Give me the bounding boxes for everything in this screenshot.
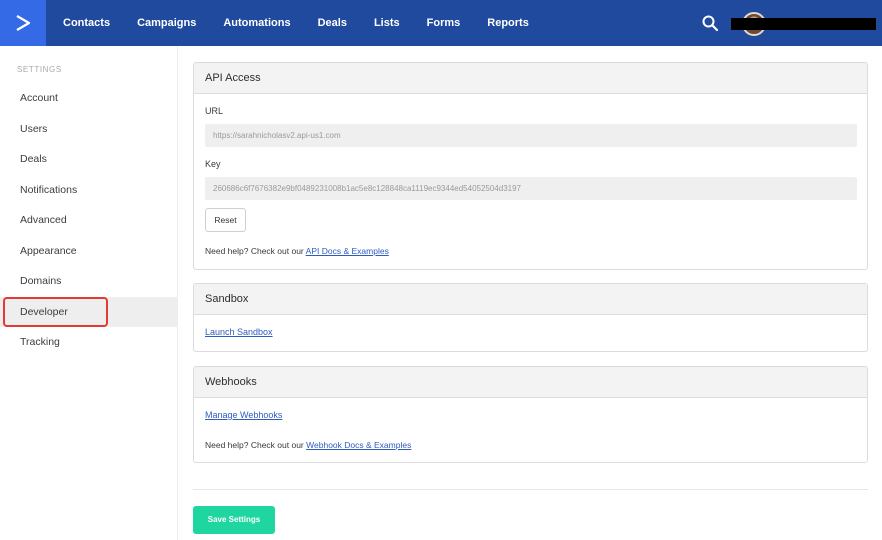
sidebar-item-developer[interactable]: Developer	[0, 297, 178, 327]
sidebar-heading: SETTINGS	[17, 65, 62, 74]
api-access-panel: API Access URL https://sarahnicholasv2.a…	[193, 62, 868, 270]
api-docs-link[interactable]: API Docs & Examples	[306, 246, 389, 256]
search-icon[interactable]	[701, 14, 719, 32]
nav-campaigns[interactable]: Campaigns	[137, 17, 196, 29]
footer-divider	[193, 489, 868, 490]
api-access-title: API Access	[194, 63, 867, 94]
nav-reports[interactable]: Reports	[487, 17, 529, 29]
sidebar-item-account[interactable]: Account	[0, 83, 178, 113]
nav-contacts[interactable]: Contacts	[63, 17, 110, 29]
sidebar-item-users[interactable]: Users	[0, 114, 178, 144]
main-nav: Contacts Campaigns Automations Deals Lis…	[50, 0, 543, 46]
reset-key-button[interactable]: Reset	[205, 208, 246, 232]
url-label: URL	[205, 106, 224, 116]
sidebar-item-deals[interactable]: Deals	[0, 144, 178, 174]
sandbox-panel: Sandbox Launch Sandbox	[193, 283, 868, 352]
key-label: Key	[205, 159, 221, 169]
settings-main: API Access URL https://sarahnicholasv2.a…	[178, 46, 882, 540]
nav-forms[interactable]: Forms	[427, 17, 461, 29]
nav-deals[interactable]: Deals	[318, 17, 347, 29]
nav-automations[interactable]: Automations	[223, 17, 290, 29]
sidebar-item-advanced[interactable]: Advanced	[0, 205, 178, 235]
webhook-help-prefix: Need help? Check out our	[205, 440, 304, 450]
sidebar-item-tracking[interactable]: Tracking	[0, 327, 178, 357]
settings-sidebar: SETTINGS Account Users Deals Notificatio…	[0, 46, 178, 540]
app-logo[interactable]	[0, 0, 46, 46]
redacted-username	[731, 18, 876, 30]
save-settings-button[interactable]: Save Settings	[193, 506, 275, 534]
api-key-field[interactable]: 260686c6f7676382e9bf0489231008b1ac5e8c12…	[205, 177, 857, 200]
chevron-right-icon	[16, 15, 31, 31]
manage-webhooks-link[interactable]: Manage Webhooks	[205, 410, 282, 420]
sidebar-item-domains[interactable]: Domains	[0, 266, 178, 296]
webhook-help-text: Need help? Check out our Webhook Docs & …	[205, 440, 411, 450]
top-nav-bar: Contacts Campaigns Automations Deals Lis…	[0, 0, 882, 46]
nav-lists[interactable]: Lists	[374, 17, 400, 29]
api-help-text: Need help? Check out our API Docs & Exam…	[205, 246, 389, 256]
sandbox-title: Sandbox	[194, 284, 867, 315]
api-url-field[interactable]: https://sarahnicholasv2.api-us1.com	[205, 124, 857, 147]
api-help-prefix: Need help? Check out our	[205, 246, 304, 256]
launch-sandbox-link[interactable]: Launch Sandbox	[205, 327, 273, 337]
webhook-docs-link[interactable]: Webhook Docs & Examples	[306, 440, 411, 450]
sidebar-item-appearance[interactable]: Appearance	[0, 236, 178, 266]
webhooks-title: Webhooks	[194, 367, 867, 398]
sidebar-item-notifications[interactable]: Notifications	[0, 175, 178, 205]
webhooks-panel: Webhooks Manage Webhooks Need help? Chec…	[193, 366, 868, 463]
